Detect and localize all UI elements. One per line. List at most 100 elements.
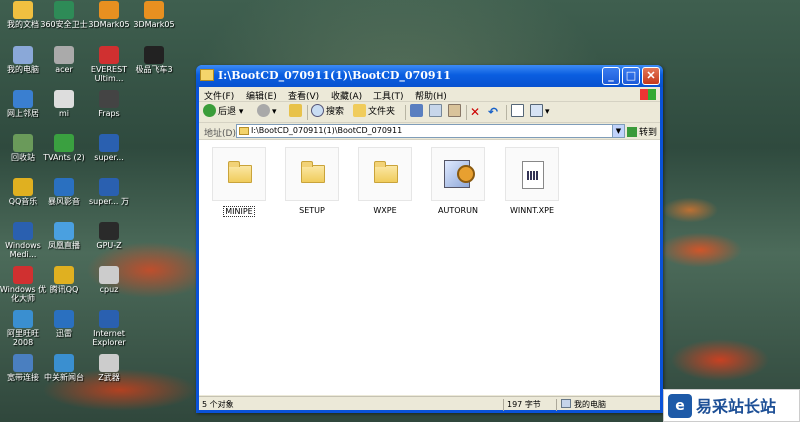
app-icon: [99, 266, 119, 284]
menu-favorites[interactable]: 收藏(A): [331, 89, 362, 102]
app-icon: [13, 134, 33, 152]
address-dropdown-icon[interactable]: ▼: [612, 125, 624, 137]
back-button[interactable]: 后退 ▾: [203, 104, 243, 121]
file-name: SETUP: [299, 206, 325, 215]
app-icon: [13, 90, 33, 108]
desktop-icon[interactable]: 凤凰直播: [40, 222, 88, 250]
desktop-icon[interactable]: cpuz: [85, 266, 133, 294]
file-item-minipe[interactable]: MINIPE: [210, 147, 268, 217]
desktop-icon[interactable]: 暴风影音: [40, 178, 88, 206]
file-name: MINIPE: [223, 206, 255, 217]
forward-arrow-icon: [257, 104, 270, 117]
desktop-icon[interactable]: super... 万: [85, 178, 133, 206]
desktop-icon[interactable]: 3DMark05: [130, 1, 178, 29]
desktop-icon-label: 我的电脑: [7, 65, 39, 74]
cut-button[interactable]: [410, 104, 425, 121]
app-icon: [54, 178, 74, 196]
search-icon: [311, 104, 324, 117]
go-arrow-icon: [627, 127, 637, 137]
desktop-icon[interactable]: GPU-Z: [85, 222, 133, 250]
computer-icon: [561, 399, 571, 408]
desktop-icon[interactable]: Z武器: [85, 354, 133, 382]
app-icon: [13, 310, 33, 328]
minimize-button[interactable]: _: [602, 67, 620, 85]
file-thumbnail: [285, 147, 339, 201]
app-icon: [144, 1, 164, 19]
app-icon: [54, 90, 74, 108]
folders-button[interactable]: 文件夹: [353, 104, 395, 121]
menu-tools[interactable]: 工具(T): [373, 89, 404, 102]
go-button[interactable]: 转到: [627, 125, 657, 138]
file-item-wxpe[interactable]: WXPE: [356, 147, 414, 215]
status-size: 197 字节: [507, 400, 541, 409]
desktop-icon-label: 宽带连接: [7, 373, 39, 382]
desktop-icon[interactable]: 腾讯QQ: [40, 266, 88, 294]
file-name: WXPE: [373, 206, 397, 215]
status-object-count: 5 个对象: [202, 400, 234, 409]
file-name: AUTORUN: [438, 206, 478, 215]
desktop-icon-label: Z武器: [98, 373, 120, 382]
title-bar[interactable]: I:\BootCD_070911(1)\BootCD_070911 _ □ ✕: [196, 65, 663, 87]
desktop-icon[interactable]: TVAnts (2): [40, 134, 88, 162]
properties-button[interactable]: [511, 104, 526, 121]
menu-file[interactable]: 文件(F): [204, 89, 234, 102]
file-item-winnt-xpe[interactable]: WINNT.XPE: [502, 147, 562, 215]
file-thumbnail: [431, 147, 485, 201]
desktop-icon-label: Internet Explorer: [92, 329, 126, 347]
go-label: 转到: [639, 128, 658, 138]
desktop-icon[interactable]: super...: [85, 134, 133, 162]
desktop-icon-label: 我的文档: [7, 20, 39, 29]
app-icon: [13, 354, 33, 372]
folder-icon: [301, 161, 325, 183]
menu-view[interactable]: 查看(V): [288, 89, 319, 102]
file-item-setup[interactable]: SETUP: [283, 147, 341, 215]
app-icon: [99, 1, 119, 19]
desktop-icon[interactable]: mi: [40, 90, 88, 118]
desktop-icon[interactable]: 中关新闻台: [40, 354, 88, 382]
forward-button[interactable]: ▾: [257, 104, 277, 121]
desktop-icon[interactable]: 极品飞车3: [130, 46, 178, 74]
address-input[interactable]: I:\BootCD_070911(1)\BootCD_070911 ▼: [236, 124, 625, 138]
copy-button[interactable]: [429, 104, 444, 121]
folder-up-icon: [289, 104, 302, 117]
desktop-icon-label: EVEREST Ultim...: [90, 65, 128, 83]
app-icon: [99, 90, 119, 108]
desktop-icon-label: super...: [94, 153, 124, 162]
maximize-button[interactable]: □: [622, 67, 640, 85]
desktop-icon[interactable]: Internet Explorer: [85, 310, 133, 347]
folder-icon: [374, 161, 398, 183]
search-button[interactable]: 搜索: [311, 104, 344, 121]
desktop-icon[interactable]: 360安全卫士: [40, 1, 88, 29]
desktop-icon[interactable]: 3DMark05: [85, 1, 133, 29]
menu-bar: 文件(F) 编辑(E) 查看(V) 收藏(A) 工具(T) 帮助(H): [199, 87, 660, 102]
desktop-icon-label: 回收站: [11, 153, 35, 162]
desktop-icon-label: 360安全卫士: [40, 20, 88, 29]
back-arrow-icon: [203, 104, 216, 117]
close-button[interactable]: ✕: [642, 67, 660, 85]
menu-help[interactable]: 帮助(H): [415, 89, 447, 102]
app-icon: [99, 222, 119, 240]
undo-button[interactable]: ↶: [488, 104, 498, 121]
views-button[interactable]: ▾: [530, 104, 550, 121]
desktop-icon[interactable]: 迅雷: [40, 310, 88, 338]
logo-icon: e: [668, 394, 692, 418]
desktop-icon-label: 3DMark05: [133, 20, 175, 29]
windows-logo-icon: [640, 89, 656, 100]
delete-button[interactable]: ✕: [470, 104, 480, 121]
up-button[interactable]: [289, 104, 304, 121]
watermark-text: 易采站长站: [696, 397, 777, 416]
desktop-icon[interactable]: EVEREST Ultim...: [85, 46, 133, 83]
app-icon: [99, 310, 119, 328]
folder-icon: [228, 161, 252, 183]
desktop-icon-label: Fraps: [98, 109, 120, 118]
desktop-icon[interactable]: Fraps: [85, 90, 133, 118]
address-bar: 地址(D) I:\BootCD_070911(1)\BootCD_070911 …: [199, 123, 660, 140]
desktop-icon[interactable]: acer: [40, 46, 88, 74]
status-location: 我的电脑: [574, 400, 606, 409]
search-label: 搜索: [326, 107, 345, 117]
app-icon: [54, 46, 74, 64]
watermark: e 易采站长站: [663, 389, 800, 422]
paste-button[interactable]: [448, 104, 463, 121]
menu-edit[interactable]: 编辑(E): [246, 89, 277, 102]
file-item-autorun[interactable]: AUTORUN: [429, 147, 487, 215]
